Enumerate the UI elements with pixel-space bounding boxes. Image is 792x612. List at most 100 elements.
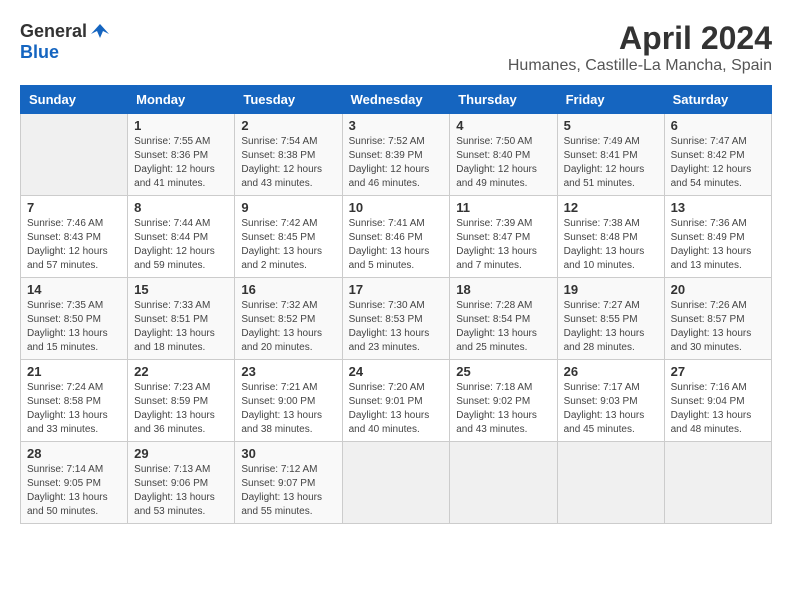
- calendar-cell: 13Sunrise: 7:36 AMSunset: 8:49 PMDayligh…: [664, 196, 771, 278]
- day-info: Sunrise: 7:42 AMSunset: 8:45 PMDaylight:…: [241, 217, 335, 273]
- day-info: Sunrise: 7:12 AMSunset: 9:07 PMDaylight:…: [241, 463, 335, 519]
- logo-blue-text: Blue: [20, 42, 59, 63]
- calendar-cell: [557, 442, 664, 524]
- calendar-day-header: Friday: [557, 86, 664, 114]
- calendar-cell: 27 Sunrise: 7:16 AMSunset: 9:04 PMDayligh…: [664, 360, 771, 442]
- calendar-cell: [21, 114, 128, 196]
- day-number: 26: [564, 364, 658, 379]
- calendar-cell: 24Sunrise: 7:20 AMSunset: 9:01 PMDayligh…: [342, 360, 450, 442]
- day-info: Sunrise: 7:27 AMSunset: 8:55 PMDaylight:…: [564, 299, 658, 355]
- day-number: 11: [456, 200, 550, 215]
- day-info: Sunrise: 7:21 AMSunset: 9:00 PMDaylight:…: [241, 381, 335, 437]
- day-number: 9: [241, 200, 335, 215]
- day-number: 3: [349, 118, 444, 133]
- calendar-cell: [342, 442, 450, 524]
- day-number: 16: [241, 282, 335, 297]
- day-info: Sunrise: 7:55 AMSunset: 8:36 PMDaylight:…: [134, 135, 228, 191]
- month-title: April 2024: [508, 20, 772, 57]
- day-number: 22: [134, 364, 228, 379]
- day-number: 6: [671, 118, 765, 133]
- calendar-cell: 20 Sunrise: 7:26 AMSunset: 8:57 PMDayligh…: [664, 278, 771, 360]
- calendar-cell: 3 Sunrise: 7:52 AMSunset: 8:39 PMDaylight…: [342, 114, 450, 196]
- calendar-cell: 16 Sunrise: 7:32 AMSunset: 8:52 PMDayligh…: [235, 278, 342, 360]
- calendar-cell: 11 Sunrise: 7:39 AMSunset: 8:47 PMDayligh…: [450, 196, 557, 278]
- day-info: Sunrise: 7:24 AMSunset: 8:58 PMDaylight:…: [27, 381, 121, 437]
- day-info: Sunrise: 7:28 AMSunset: 8:54 PMDaylight:…: [456, 299, 550, 355]
- day-info: Sunrise: 7:16 AMSunset: 9:04 PMDaylight:…: [671, 381, 765, 437]
- calendar-cell: 4 Sunrise: 7:50 AMSunset: 8:40 PMDaylight…: [450, 114, 557, 196]
- day-info: Sunrise: 7:39 AMSunset: 8:47 PMDaylight:…: [456, 217, 550, 273]
- day-number: 2: [241, 118, 335, 133]
- day-info: Sunrise: 7:18 AMSunset: 9:02 PMDaylight:…: [456, 381, 550, 437]
- calendar-cell: 18 Sunrise: 7:28 AMSunset: 8:54 PMDayligh…: [450, 278, 557, 360]
- calendar-cell: 25 Sunrise: 7:18 AMSunset: 9:02 PMDayligh…: [450, 360, 557, 442]
- calendar-day-header: Tuesday: [235, 86, 342, 114]
- day-info: Sunrise: 7:17 AMSunset: 9:03 PMDaylight:…: [564, 381, 658, 437]
- day-info: Sunrise: 7:36 AMSunset: 8:49 PMDaylight:…: [671, 217, 765, 273]
- calendar-week-row: 28 Sunrise: 7:14 AMSunset: 9:05 PMDayligh…: [21, 442, 772, 524]
- day-number: 18: [456, 282, 550, 297]
- day-number: 27: [671, 364, 765, 379]
- location-title: Humanes, Castille-La Mancha, Spain: [508, 57, 772, 75]
- calendar-cell: 5 Sunrise: 7:49 AMSunset: 8:41 PMDaylight…: [557, 114, 664, 196]
- calendar-cell: 21 Sunrise: 7:24 AMSunset: 8:58 PMDayligh…: [21, 360, 128, 442]
- day-number: 17: [349, 282, 444, 297]
- calendar-day-header: Saturday: [664, 86, 771, 114]
- calendar-cell: 22 Sunrise: 7:23 AMSunset: 8:59 PMDayligh…: [128, 360, 235, 442]
- calendar-cell: 8 Sunrise: 7:44 AMSunset: 8:44 PMDaylight…: [128, 196, 235, 278]
- day-info: Sunrise: 7:44 AMSunset: 8:44 PMDaylight:…: [134, 217, 228, 273]
- day-number: 19: [564, 282, 658, 297]
- day-info: Sunrise: 7:23 AMSunset: 8:59 PMDaylight:…: [134, 381, 228, 437]
- day-info: Sunrise: 7:52 AMSunset: 8:39 PMDaylight:…: [349, 135, 444, 191]
- calendar-cell: 29Sunrise: 7:13 AMSunset: 9:06 PMDayligh…: [128, 442, 235, 524]
- calendar-cell: 23Sunrise: 7:21 AMSunset: 9:00 PMDayligh…: [235, 360, 342, 442]
- day-number: 10: [349, 200, 444, 215]
- day-info: Sunrise: 7:30 AMSunset: 8:53 PMDaylight:…: [349, 299, 444, 355]
- day-number: 25: [456, 364, 550, 379]
- day-number: 24: [349, 364, 444, 379]
- calendar-day-header: Thursday: [450, 86, 557, 114]
- logo: General Blue: [20, 20, 111, 63]
- day-info: Sunrise: 7:50 AMSunset: 8:40 PMDaylight:…: [456, 135, 550, 191]
- day-info: Sunrise: 7:54 AMSunset: 8:38 PMDaylight:…: [241, 135, 335, 191]
- calendar-table: SundayMondayTuesdayWednesdayThursdayFrid…: [20, 85, 772, 524]
- day-number: 21: [27, 364, 121, 379]
- day-info: Sunrise: 7:32 AMSunset: 8:52 PMDaylight:…: [241, 299, 335, 355]
- day-info: Sunrise: 7:46 AMSunset: 8:43 PMDaylight:…: [27, 217, 121, 273]
- day-number: 5: [564, 118, 658, 133]
- calendar-cell: 14 Sunrise: 7:35 AMSunset: 8:50 PMDayligh…: [21, 278, 128, 360]
- day-info: Sunrise: 7:41 AMSunset: 8:46 PMDaylight:…: [349, 217, 444, 273]
- day-number: 1: [134, 118, 228, 133]
- calendar-week-row: 1 Sunrise: 7:55 AMSunset: 8:36 PMDaylight…: [21, 114, 772, 196]
- calendar-cell: 9 Sunrise: 7:42 AMSunset: 8:45 PMDaylight…: [235, 196, 342, 278]
- day-info: Sunrise: 7:33 AMSunset: 8:51 PMDaylight:…: [134, 299, 228, 355]
- logo-bird-icon: [89, 20, 111, 42]
- day-number: 14: [27, 282, 121, 297]
- day-number: 8: [134, 200, 228, 215]
- calendar-cell: 7 Sunrise: 7:46 AMSunset: 8:43 PMDaylight…: [21, 196, 128, 278]
- day-info: Sunrise: 7:47 AMSunset: 8:42 PMDaylight:…: [671, 135, 765, 191]
- day-info: Sunrise: 7:14 AMSunset: 9:05 PMDaylight:…: [27, 463, 121, 519]
- calendar-week-row: 7 Sunrise: 7:46 AMSunset: 8:43 PMDaylight…: [21, 196, 772, 278]
- day-number: 12: [564, 200, 658, 215]
- title-area: April 2024 Humanes, Castille-La Mancha, …: [508, 20, 772, 75]
- calendar-cell: [450, 442, 557, 524]
- day-number: 7: [27, 200, 121, 215]
- day-info: Sunrise: 7:38 AMSunset: 8:48 PMDaylight:…: [564, 217, 658, 273]
- day-number: 30: [241, 446, 335, 461]
- calendar-cell: 6 Sunrise: 7:47 AMSunset: 8:42 PMDaylight…: [664, 114, 771, 196]
- calendar-week-row: 14 Sunrise: 7:35 AMSunset: 8:50 PMDayligh…: [21, 278, 772, 360]
- calendar-cell: 2 Sunrise: 7:54 AMSunset: 8:38 PMDaylight…: [235, 114, 342, 196]
- day-number: 28: [27, 446, 121, 461]
- calendar-cell: 12 Sunrise: 7:38 AMSunset: 8:48 PMDayligh…: [557, 196, 664, 278]
- header: General Blue April 2024 Humanes, Castill…: [20, 20, 772, 75]
- day-number: 4: [456, 118, 550, 133]
- day-number: 20: [671, 282, 765, 297]
- calendar-cell: 10 Sunrise: 7:41 AMSunset: 8:46 PMDayligh…: [342, 196, 450, 278]
- day-info: Sunrise: 7:35 AMSunset: 8:50 PMDaylight:…: [27, 299, 121, 355]
- day-info: Sunrise: 7:26 AMSunset: 8:57 PMDaylight:…: [671, 299, 765, 355]
- day-info: Sunrise: 7:13 AMSunset: 9:06 PMDaylight:…: [134, 463, 228, 519]
- day-number: 15: [134, 282, 228, 297]
- calendar-cell: 28 Sunrise: 7:14 AMSunset: 9:05 PMDayligh…: [21, 442, 128, 524]
- day-info: Sunrise: 7:49 AMSunset: 8:41 PMDaylight:…: [564, 135, 658, 191]
